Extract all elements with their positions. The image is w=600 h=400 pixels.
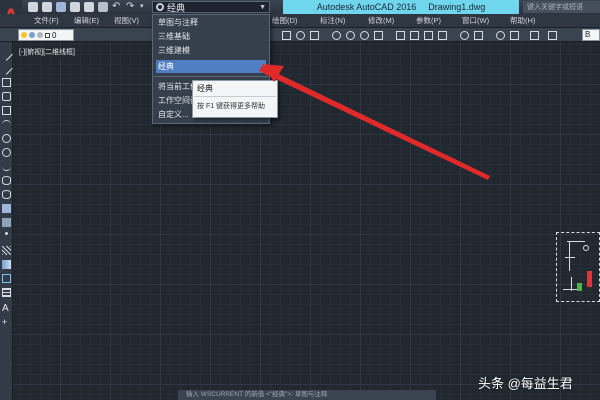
sun-icon [29, 32, 35, 38]
workspace-select[interactable]: 经典 ▼ [152, 1, 270, 13]
arc-icon[interactable] [2, 120, 11, 129]
table-icon[interactable] [2, 288, 11, 297]
drawing-red-mark [587, 271, 592, 287]
workspace-option-classic[interactable]: 经典 [156, 60, 266, 73]
drawing-line [571, 277, 572, 291]
donut-tool-icon[interactable] [360, 31, 369, 40]
watermark: 头条 @每益生君 [478, 376, 573, 391]
layer-value: 0 [52, 30, 57, 40]
menu-file[interactable]: 文件(F) [34, 15, 59, 27]
gear-icon [156, 3, 164, 11]
layer-select[interactable]: 0 [18, 29, 74, 41]
arc-tool-icon[interactable] [332, 31, 341, 40]
bulb-icon [21, 32, 27, 38]
undo-icon[interactable]: ↶ [112, 1, 120, 12]
plot-icon[interactable] [98, 2, 108, 12]
menu-view[interactable]: 视图(V) [114, 15, 139, 27]
hatch-icon[interactable] [2, 246, 11, 255]
chevron-down-icon: ▼ [259, 3, 266, 11]
quick-access-dropdown-icon[interactable]: ▾ [140, 2, 144, 10]
block-tool-icon[interactable] [474, 31, 483, 40]
workspace-customize[interactable]: 自定义... [156, 108, 192, 121]
command-line-text: 输入 WSCURRENT 的新值 <"经典">: 草图与注释 [186, 391, 328, 398]
rectangle-icon[interactable] [2, 106, 11, 115]
multiline-text-icon[interactable]: A [2, 304, 11, 314]
circle-icon[interactable] [2, 134, 11, 143]
table-tool-icon[interactable] [438, 31, 447, 40]
make-block-icon[interactable] [2, 218, 11, 227]
drawing-fragment [556, 232, 600, 302]
menu-help[interactable]: 帮助(H) [510, 15, 535, 27]
menu-window[interactable]: 窗口(W) [462, 15, 489, 27]
ellipse-icon[interactable] [2, 176, 11, 185]
menu-dimension[interactable]: 标注(N) [320, 15, 345, 27]
menu-parametric[interactable]: 参数(P) [416, 15, 441, 27]
drawing-line [569, 241, 570, 271]
multiline-text-icon[interactable] [530, 31, 539, 40]
gradient-icon[interactable] [2, 260, 11, 269]
command-line[interactable]: 输入 WSCURRENT 的新值 <"经典">: 草图与注释 [178, 390, 436, 400]
lock-icon [37, 32, 43, 38]
hatch-tool-icon[interactable] [396, 31, 405, 40]
workspace-select-value: 经典 [167, 2, 186, 13]
drawing-line [563, 289, 577, 290]
rectangle-tool-icon[interactable] [310, 31, 319, 40]
insert-block-icon[interactable] [2, 204, 11, 213]
menu-modify[interactable]: 修改(M) [368, 15, 394, 27]
drawing-circle [583, 245, 589, 251]
circle-tool-icon[interactable] [296, 31, 305, 40]
polygon-icon[interactable] [2, 92, 11, 101]
circle-tool-2-icon[interactable] [346, 31, 355, 40]
add-selected-tool-icon[interactable]: + [2, 318, 11, 327]
print-icon[interactable] [84, 2, 94, 12]
spline-icon[interactable] [2, 162, 11, 171]
save-as-icon[interactable] [70, 2, 80, 12]
point-tool-icon[interactable] [460, 31, 469, 40]
workspace-settings[interactable]: 工作空间设置... [156, 94, 192, 107]
dropdown-divider [154, 76, 268, 77]
search-input[interactable]: 键入关键字或短语 [523, 1, 600, 13]
revision-cloud-icon[interactable] [2, 148, 11, 157]
search-placeholder: 键入关键字或短语 [527, 4, 583, 11]
menu-edit[interactable]: 编辑(E) [74, 15, 99, 27]
insert-tool-icon[interactable] [496, 31, 505, 40]
file-name: Drawing1.dwg [428, 2, 486, 12]
drawing-canvas[interactable] [13, 42, 600, 400]
workspace-option-3d-modeling[interactable]: 三维建模 [156, 44, 266, 57]
line-tool-icon[interactable] [282, 31, 291, 40]
workspace-save-as[interactable]: 将当前工作空间另存为... [156, 80, 192, 93]
drawing-green-mark [577, 283, 582, 291]
workspace-option-drafting[interactable]: 草图与注释 [156, 16, 266, 29]
app-name: Autodesk AutoCAD 2016 [316, 2, 417, 12]
menu-draw[interactable]: 绘图(D) [272, 15, 297, 27]
open-file-icon[interactable] [42, 2, 52, 12]
region-icon[interactable] [2, 274, 11, 283]
tooltip-divider [194, 96, 276, 97]
tooltip-title: 经典 [197, 84, 213, 93]
window-title: Autodesk AutoCAD 2016 Drawing1.dwg [283, 0, 519, 14]
tooltip-help-text: 按 F1 键获得更多帮助 [197, 103, 266, 110]
polygon-tool-icon[interactable] [374, 31, 383, 40]
new-file-icon[interactable] [28, 2, 38, 12]
drawing-line [565, 257, 575, 258]
color-swatch-icon [45, 32, 50, 38]
point-icon[interactable] [5, 232, 8, 235]
style-select-value: B [585, 30, 591, 39]
gradient-tool-icon[interactable] [410, 31, 419, 40]
add-selected-icon[interactable] [548, 31, 557, 40]
polyline-icon[interactable] [2, 78, 11, 87]
style-select[interactable]: B [582, 29, 600, 41]
save-icon[interactable] [56, 2, 66, 12]
text-tool-icon[interactable] [510, 31, 519, 40]
ellipse-arc-icon[interactable] [2, 190, 11, 199]
workspace-option-3d-basics[interactable]: 三维基础 [156, 30, 266, 43]
viewport-label[interactable]: [-][俯视][二维线框] [18, 47, 76, 57]
region-tool-icon[interactable] [424, 31, 433, 40]
redo-icon[interactable]: ↷ [126, 1, 134, 12]
